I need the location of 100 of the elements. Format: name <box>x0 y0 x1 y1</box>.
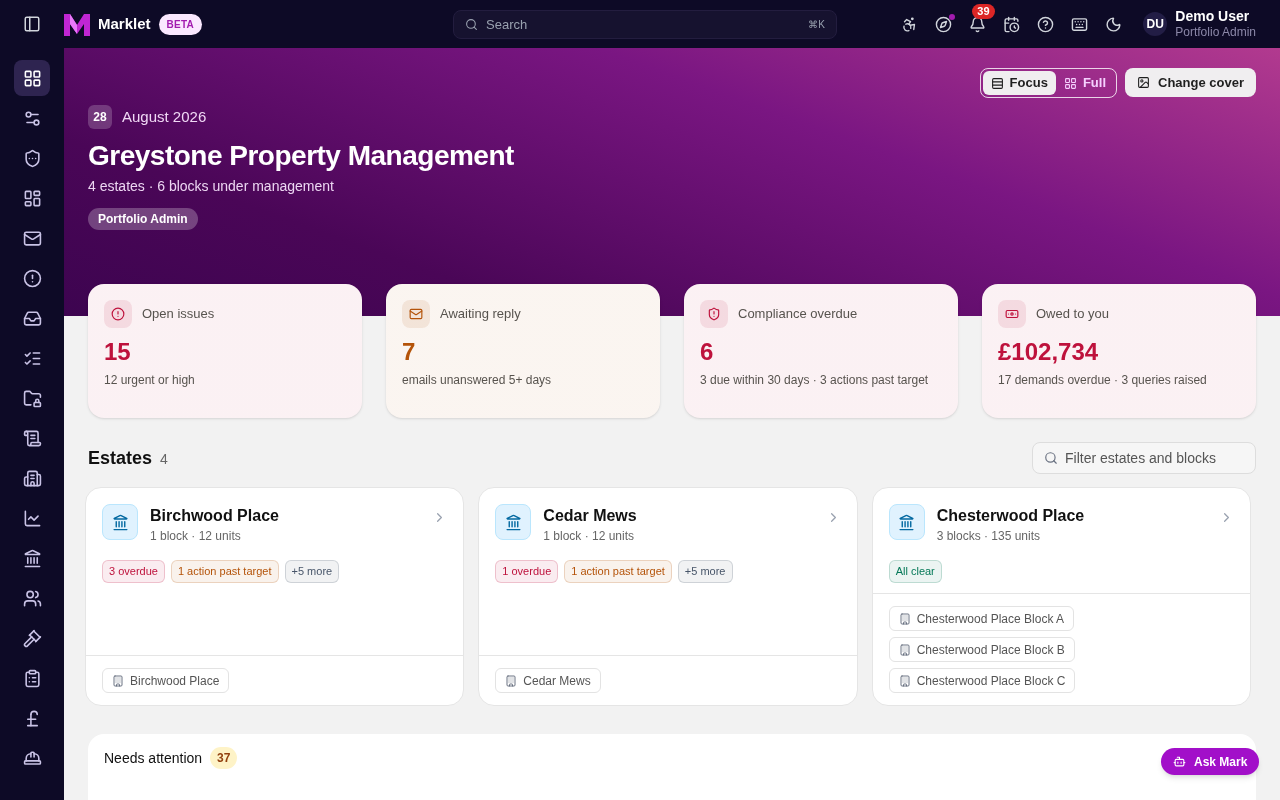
stat-value: £102,734 <box>998 338 1100 366</box>
estate-name: Cedar Mews <box>543 506 638 526</box>
stat-label: Owed to you <box>1036 305 1109 324</box>
estate-count: 4 <box>160 449 168 469</box>
bell-icon <box>969 15 987 33</box>
filter-field[interactable]: Filter estates and blocks <box>1032 442 1256 474</box>
status-tag: 1 overdue <box>495 560 559 583</box>
folder-lock-icon <box>22 388 42 408</box>
building-icon <box>898 612 911 625</box>
estate-card[interactable]: Cedar Mews 1 block · 12 units 1 overdue 1 action past target +5 more Cedar Mews <box>478 487 858 706</box>
block-chip[interactable]: Cedar Mews <box>495 668 601 693</box>
page-title: Greystone Property Management <box>88 139 515 173</box>
inbox-icon <box>22 308 42 328</box>
stat-note: 3 due within 30 days · 3 actions past target <box>700 372 930 388</box>
bank-icon <box>22 548 42 568</box>
beta-badge: BETA <box>158 13 202 35</box>
stat-label: Compliance overdue <box>738 305 858 324</box>
notifications-button[interactable] <box>969 15 987 33</box>
building-icon <box>898 643 911 656</box>
moon-icon <box>1105 15 1123 33</box>
help-icon <box>1037 15 1055 33</box>
building-icon <box>898 674 911 687</box>
date-text: August 2026 <box>122 106 207 127</box>
estate-meta: 1 block · 12 units <box>543 528 636 545</box>
alert-icon <box>111 307 125 321</box>
estate-name: Chesterwood Place <box>936 506 1086 526</box>
block-chip[interactable]: Chesterwood Place Block C <box>888 668 1076 693</box>
sliders-icon <box>22 108 42 128</box>
chart-icon <box>22 508 42 528</box>
panel-title: Needs attention <box>104 748 203 768</box>
theme-button[interactable] <box>1105 15 1123 33</box>
stat-label: Awaiting reply <box>440 305 521 324</box>
logo-icon <box>64 12 90 36</box>
building-icon <box>22 468 42 488</box>
search-icon <box>1044 451 1058 465</box>
compass-icon <box>935 15 953 33</box>
status-tag: 3 overdue <box>102 560 165 583</box>
estate-card[interactable]: Chesterwood Place 3 blocks · 135 units All clear Chesterwood Place Block A Chesterwood Place Block B Chesterwood Place Block C <box>871 487 1251 706</box>
estate-card[interactable]: Birchwood Place 1 block · 12 units 3 overdue 1 action past target +5 more Birchwood Place <box>85 487 465 706</box>
image-icon <box>1137 76 1150 89</box>
stat-label: Open issues <box>142 305 215 324</box>
user-role: Portfolio Admin <box>1175 25 1256 41</box>
panel-icon <box>23 15 41 33</box>
mail-icon <box>409 307 423 321</box>
hammer-icon <box>22 628 42 648</box>
stat-value: 15 <box>104 338 132 366</box>
user-name: Demo User <box>1175 7 1251 26</box>
bank-icon <box>102 504 138 540</box>
block-chip[interactable]: Chesterwood Place Block A <box>888 606 1075 631</box>
compass-button[interactable] <box>935 15 953 33</box>
stat-note: 12 urgent or high <box>104 372 196 388</box>
page-subtitle: 4 estates · 6 blocks under management <box>88 177 335 196</box>
hard-hat-icon <box>22 748 42 768</box>
users-icon <box>22 588 42 608</box>
role-badge: Portfolio Admin <box>88 208 198 230</box>
status-tag: +5 more <box>677 560 733 583</box>
grid-icon <box>1063 76 1077 90</box>
status-tag: +5 more <box>284 560 340 583</box>
building-icon <box>505 674 518 687</box>
shortcut-hint: ⌘K <box>808 17 825 32</box>
help-button[interactable] <box>1037 15 1055 33</box>
bank-icon <box>888 504 925 540</box>
change-cover-button[interactable]: Change cover <box>1125 68 1256 97</box>
brand-name: Marklet <box>98 13 151 34</box>
clipboard-icon <box>22 668 42 688</box>
sidebar-item[interactable] <box>14 60 50 96</box>
notification-count: 39 <box>972 3 995 19</box>
shield-icon <box>707 307 721 321</box>
section-title: Estates <box>88 446 153 470</box>
alert-icon <box>22 268 42 288</box>
building-icon <box>112 674 124 687</box>
stat-note: 17 demands overdue · 3 queries raised <box>998 372 1208 388</box>
view-tab[interactable]: Focus <box>982 71 1056 95</box>
stat-value: 7 <box>402 338 417 366</box>
calendar-button[interactable] <box>1003 15 1021 33</box>
ask-mark-button[interactable]: Ask Mark <box>1161 748 1260 775</box>
dashboard-icon <box>22 188 42 208</box>
user-avatar[interactable]: DU <box>1143 12 1168 36</box>
keyboard-button[interactable] <box>1071 15 1089 33</box>
status-tag: All clear <box>888 560 942 583</box>
estate-meta: 3 blocks · 135 units <box>936 528 1042 545</box>
block-chip[interactable]: Chesterwood Place Block B <box>888 637 1075 662</box>
rows-icon <box>990 76 1004 90</box>
grid-icon <box>22 68 42 88</box>
view-tab[interactable]: Full <box>1055 71 1114 95</box>
estate-meta: 1 block · 12 units <box>150 528 242 545</box>
block-chip[interactable]: Birchwood Place <box>102 668 230 693</box>
search-icon <box>465 17 478 31</box>
scroll-icon <box>22 428 42 448</box>
robot-icon <box>1173 755 1186 768</box>
status-tag: 1 action past target <box>564 560 672 583</box>
stat-value: 6 <box>700 338 715 366</box>
calendar-icon <box>1003 15 1021 33</box>
stat-note: emails unanswered 5+ days <box>402 372 553 388</box>
banknote-icon <box>1005 307 1019 321</box>
bank-icon <box>495 504 532 540</box>
attention-count: 37 <box>210 747 238 769</box>
shield-icon <box>22 148 42 168</box>
keyboard-icon <box>1071 15 1089 33</box>
status-tag: 1 action past target <box>170 560 279 583</box>
